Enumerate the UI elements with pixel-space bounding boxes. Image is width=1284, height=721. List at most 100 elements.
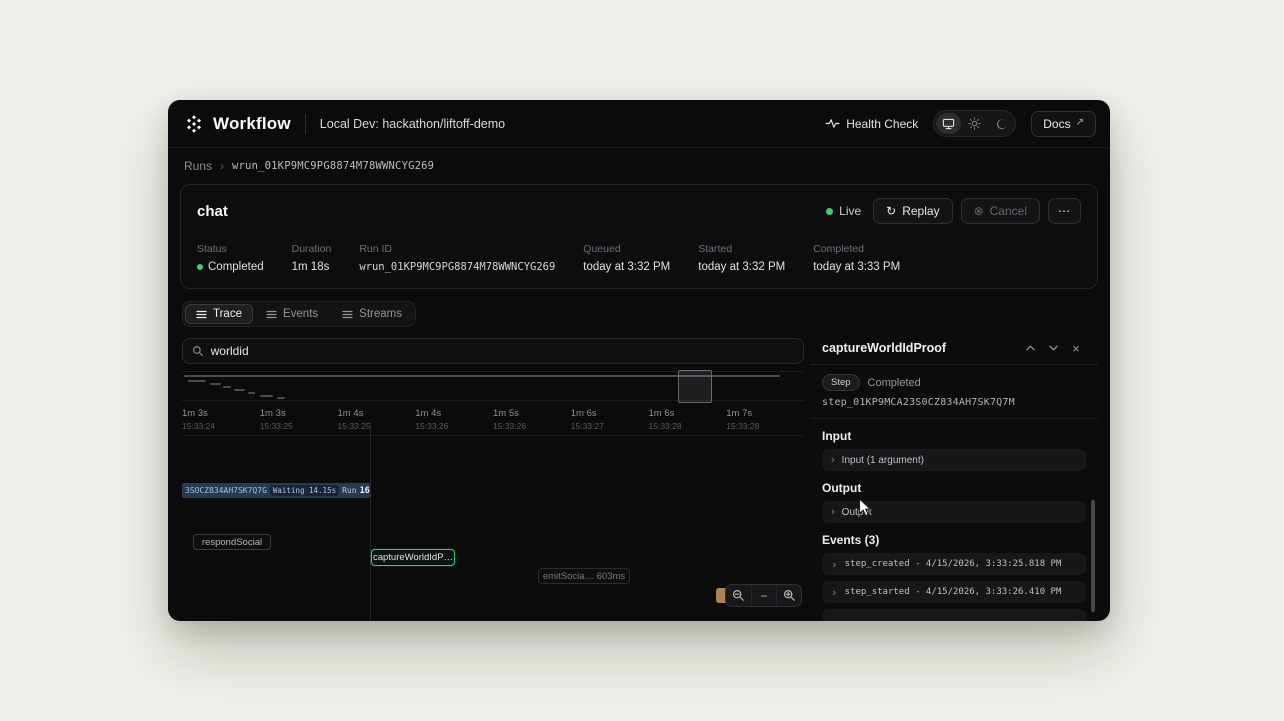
- panel-divider: [810, 418, 1098, 419]
- meta-label: Started: [698, 243, 785, 255]
- top-bar: Workflow Local Dev: hackathon/liftoff-de…: [168, 100, 1110, 148]
- minimap-span-mark: [234, 389, 245, 391]
- status-value: Completed: [208, 261, 264, 273]
- panel-header-actions: ×: [1020, 339, 1086, 357]
- breadcrumb: Runs › wrun_01KP9MC9PG8874M78WWNCYG269: [168, 148, 1110, 180]
- theme-dark-button[interactable]: [988, 113, 1013, 134]
- zoom-in-button[interactable]: [776, 585, 801, 606]
- list-icon: [196, 310, 207, 319]
- list-icon: [266, 310, 277, 319]
- meta-value: wrun_01KP9MC9PG8874M78WWNCYG269: [359, 261, 555, 273]
- trace-view: 1m 3s 15:33:24 1m 3s 15:33:25 1m 4s 15:3…: [182, 338, 804, 621]
- replay-button[interactable]: ↻ Replay: [873, 198, 952, 224]
- zoom-out-button[interactable]: [726, 585, 751, 606]
- zoom-out-icon: [732, 589, 745, 602]
- meta-value: today at 3:32 PM: [583, 261, 670, 273]
- replay-label: Replay: [902, 204, 939, 218]
- span-capture-worldid-proof-selected[interactable]: captureWorldIdP…: [371, 549, 455, 566]
- topbar-actions: Health Check: [825, 110, 1096, 137]
- panel-scrollbar[interactable]: [1091, 500, 1095, 612]
- external-link-icon: ↗: [1076, 117, 1084, 128]
- tab-events[interactable]: Events: [255, 304, 329, 324]
- chevron-right-icon: ›: [831, 506, 835, 518]
- replay-icon: ↻: [886, 205, 896, 217]
- more-actions-button[interactable]: ⋯: [1048, 198, 1081, 224]
- time-axis: 1m 3s 15:33:24 1m 3s 15:33:25 1m 4s 15:3…: [182, 408, 804, 431]
- brand[interactable]: Workflow: [184, 114, 291, 134]
- meta-status: Status Completed: [197, 243, 264, 273]
- chevron-down-icon: [1049, 345, 1058, 351]
- meta-label: Queued: [583, 243, 670, 255]
- input-collapse-row[interactable]: › Input (1 argument): [822, 449, 1086, 471]
- minimap-span-mark: [188, 380, 206, 382]
- minimap-span-mark: [210, 383, 221, 385]
- theme-light-button[interactable]: [962, 113, 987, 134]
- run-card-actions: Live ↻ Replay ⊗ Cancel ⋯: [826, 198, 1081, 224]
- breadcrumb-separator: ›: [220, 159, 224, 173]
- chevron-right-icon: ›: [831, 586, 838, 599]
- health-check-button[interactable]: Health Check: [825, 117, 918, 131]
- run-card-header: chat Live ↻ Replay ⊗ Cancel ⋯: [197, 198, 1081, 224]
- cancel-label: Cancel: [990, 204, 1027, 218]
- divider: [305, 114, 306, 134]
- axis-tick: 1m 6s 15:33:27: [571, 408, 649, 431]
- search-input[interactable]: [211, 344, 794, 358]
- zoom-reset-button[interactable]: −: [751, 585, 776, 606]
- close-panel-button[interactable]: ×: [1066, 339, 1086, 357]
- previous-step-button[interactable]: [1020, 339, 1040, 357]
- meta-label: Duration: [292, 243, 332, 255]
- workflow-app-window: Workflow Local Dev: hackathon/liftoff-de…: [168, 100, 1110, 621]
- theme-system-button[interactable]: [936, 113, 961, 134]
- step-detail-panel: captureWorldIdProof × Step: [810, 332, 1098, 621]
- minimap-span-mark: [223, 386, 231, 388]
- moon-icon: [995, 118, 1007, 130]
- next-step-button[interactable]: [1043, 339, 1063, 357]
- run-metadata: Status Completed Duration 1m 18s Run ID …: [197, 243, 1081, 273]
- docs-button[interactable]: Docs ↗: [1031, 111, 1096, 137]
- event-row-step-created[interactable]: › step_created - 4/15/2026, 3:33:25.818 …: [822, 553, 1086, 575]
- minimap-span-mark: [260, 395, 273, 397]
- run-title: chat: [197, 203, 228, 220]
- axis-divider: [182, 435, 804, 436]
- workflow-logo-icon: [184, 114, 204, 134]
- span-emit-social[interactable]: emitSocia… 603ms: [538, 568, 630, 584]
- tab-events-label: Events: [283, 308, 318, 320]
- event-row-step-started[interactable]: › step_started - 4/15/2026, 3:33:26.410 …: [822, 581, 1086, 603]
- cancel-button[interactable]: ⊗ Cancel: [961, 198, 1040, 224]
- run-duration: Run 16.02s: [342, 486, 370, 496]
- trace-minimap[interactable]: [182, 371, 804, 401]
- minimap-viewport[interactable]: [678, 370, 712, 403]
- step-status: Completed: [868, 377, 921, 389]
- breadcrumb-runs-link[interactable]: Runs: [184, 159, 212, 173]
- theme-switcher: [933, 110, 1016, 137]
- step-type-badge: Step: [822, 374, 860, 391]
- docs-label: Docs: [1043, 117, 1070, 131]
- meta-label: Completed: [813, 243, 900, 255]
- axis-tick: 1m 3s 15:33:25: [260, 408, 338, 431]
- monitor-icon: [942, 118, 955, 130]
- live-dot: [826, 208, 833, 215]
- span-respond-social[interactable]: respondSocial: [193, 534, 271, 550]
- tab-trace[interactable]: Trace: [185, 304, 253, 324]
- meta-queued: Queued today at 3:32 PM: [583, 243, 670, 273]
- brand-name: Workflow: [213, 114, 291, 134]
- meta-run-id: Run ID wrun_01KP9MC9PG8874M78WWNCYG269: [359, 243, 555, 273]
- list-icon: [342, 310, 353, 319]
- span-run-root[interactable]: 3SOCZ834AH7SK7Q7G Waiting 14.15s Run 16.…: [182, 483, 370, 498]
- sun-icon: [968, 117, 981, 130]
- mouse-cursor: [858, 498, 874, 518]
- event-row-partial[interactable]: [822, 609, 1086, 621]
- tab-streams[interactable]: Streams: [331, 304, 413, 324]
- input-section-heading: Input: [822, 429, 1086, 443]
- trace-search-box[interactable]: [182, 338, 804, 364]
- axis-tick: 1m 4s 15:33:26: [415, 408, 493, 431]
- zoom-in-icon: [783, 589, 796, 602]
- pulse-icon: [825, 118, 840, 129]
- close-icon: ×: [1072, 342, 1080, 355]
- timeline-gridline: [370, 422, 371, 621]
- meta-completed: Completed today at 3:33 PM: [813, 243, 900, 273]
- more-icon: ⋯: [1058, 204, 1071, 218]
- environment-label: Local Dev: hackathon/liftoff-demo: [320, 117, 505, 131]
- meta-value: 1m 18s: [292, 261, 332, 273]
- meta-value: today at 3:32 PM: [698, 261, 785, 273]
